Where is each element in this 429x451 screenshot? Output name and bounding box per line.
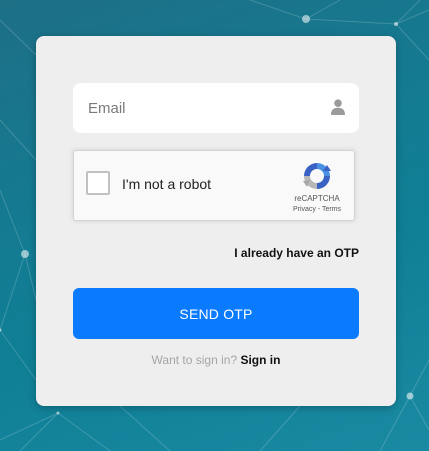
send-otp-button[interactable]: SEND OTP <box>73 288 359 339</box>
otp-login-card: I'm not a robot reCAPTCHA Privacy - Term… <box>36 36 396 406</box>
signin-link[interactable]: Sign in <box>240 353 280 367</box>
signin-row: Want to sign in? Sign in <box>36 353 396 367</box>
already-have-otp-link[interactable]: I already have an OTP <box>234 246 359 260</box>
recaptcha-brand: reCAPTCHA <box>294 194 340 203</box>
signin-prompt: Want to sign in? <box>151 353 238 367</box>
recaptcha-checkbox[interactable] <box>86 171 110 195</box>
recaptcha-label: I'm not a robot <box>122 176 212 192</box>
recaptcha-links: Privacy - Terms <box>284 206 350 213</box>
recaptcha-logo-icon <box>303 163 331 189</box>
email-field-container <box>73 83 359 133</box>
recaptcha-privacy-link[interactable]: Privacy <box>293 206 316 213</box>
email-input[interactable] <box>73 83 328 133</box>
recaptcha-widget: I'm not a robot reCAPTCHA Privacy - Term… <box>73 150 355 221</box>
user-icon <box>331 99 345 115</box>
recaptcha-terms-link[interactable]: Terms <box>322 206 341 213</box>
